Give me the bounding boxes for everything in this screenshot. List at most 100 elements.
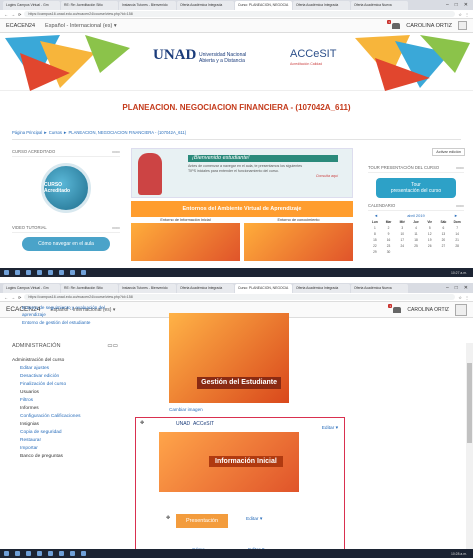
- calendar-day[interactable]: 16: [382, 238, 396, 242]
- maximize-icon[interactable]: □: [455, 1, 458, 10]
- minimize-icon[interactable]: –: [446, 1, 449, 10]
- calendar-day[interactable]: 29: [368, 250, 382, 254]
- close-icon[interactable]: ✕: [464, 284, 468, 293]
- browser-tab[interactable]: RE: Re: Acreditación Sitio: [61, 1, 118, 10]
- edit-menu[interactable]: Editar ▾: [246, 517, 262, 522]
- reload-icon[interactable]: ⟳: [18, 12, 21, 17]
- search-icon[interactable]: [15, 551, 20, 556]
- calendar-day[interactable]: 23: [382, 244, 396, 248]
- chrome-icon[interactable]: [59, 270, 64, 275]
- page-scrollbar[interactable]: [466, 343, 473, 558]
- notification-icon[interactable]: 1: [387, 19, 401, 29]
- calendar-day[interactable]: 18: [409, 238, 423, 242]
- move-icon[interactable]: ✥: [166, 516, 170, 521]
- word-icon[interactable]: [70, 551, 75, 556]
- explorer-icon[interactable]: [48, 270, 53, 275]
- explorer-icon[interactable]: [48, 551, 53, 556]
- back-icon[interactable]: ←: [4, 295, 8, 300]
- calendar-day[interactable]: 20: [437, 238, 451, 242]
- calendar-day[interactable]: 7: [450, 226, 464, 230]
- chrome-icon[interactable]: [59, 551, 64, 556]
- calendar-day[interactable]: 9: [382, 232, 396, 236]
- prev-month-icon[interactable]: ◄: [374, 213, 378, 218]
- presentacion-button[interactable]: Presentación: [176, 514, 228, 528]
- browser-tab[interactable]: Oferta Académica Integrada: [177, 284, 234, 293]
- calendar-day[interactable]: 21: [450, 238, 464, 242]
- admin-item-edit-settings[interactable]: Editar ajustes: [12, 365, 122, 373]
- calendar-day[interactable]: 24: [395, 244, 409, 248]
- move-icon[interactable]: ✥: [140, 421, 144, 426]
- star-icon[interactable]: ☆: [458, 12, 462, 17]
- calendar-day[interactable]: 3: [395, 226, 409, 230]
- search-icon[interactable]: [15, 270, 20, 275]
- calendar-day[interactable]: 27: [437, 244, 451, 248]
- windows-start-icon[interactable]: [4, 270, 9, 275]
- admin-item-disable-editing[interactable]: Desactivar edición: [12, 373, 122, 381]
- calendar-day[interactable]: 22: [368, 244, 382, 248]
- user-name[interactable]: CAROLINA ORTIZ: [407, 307, 449, 313]
- browser-tab-active[interactable]: Curso: PLANEACION, NEGOCIA: [235, 284, 292, 293]
- calendar-day[interactable]: 5: [423, 226, 437, 230]
- collapse-icon[interactable]: ▭▭: [456, 203, 464, 208]
- breadcrumb[interactable]: Página Principal ► Cursos ► PLANEACION, …: [0, 130, 473, 135]
- gestion-estudiante-image[interactable]: Gestión del Estudiante: [169, 313, 289, 403]
- edit-menu[interactable]: Editar ▾: [322, 426, 338, 431]
- admin-item-import[interactable]: Importar: [12, 445, 122, 453]
- browser-tab[interactable]: Instancia Tutores - Bienvenido: [119, 1, 176, 10]
- edge-icon[interactable]: [37, 551, 42, 556]
- admin-item-users[interactable]: Usuarios: [12, 389, 122, 397]
- browser-tab-active[interactable]: Curso: PLANEACION, NEGOCIA: [235, 1, 292, 10]
- notification-icon[interactable]: 1: [388, 303, 402, 313]
- back-icon[interactable]: ←: [4, 12, 8, 17]
- browser-tab[interactable]: Oferta Académica Nueva: [351, 1, 408, 10]
- excel-icon[interactable]: [81, 270, 86, 275]
- close-icon[interactable]: ✕: [464, 1, 468, 10]
- tree-item-gestion[interactable]: Entorno de gestión del estudiante: [12, 320, 122, 327]
- tree-item-seguimiento[interactable]: Entorno de seguimiento y evaluación del …: [12, 305, 122, 318]
- browser-tab[interactable]: Logins Campus Virtual - Gm: [3, 1, 60, 10]
- admin-item-restore[interactable]: Restaurar: [12, 437, 122, 445]
- admin-item-filters[interactable]: Filtros: [12, 397, 122, 405]
- calendar-day[interactable]: 26: [423, 244, 437, 248]
- minimize-icon[interactable]: –: [446, 284, 449, 293]
- env-knowledge[interactable]: Entorno de conocimiento: [244, 218, 353, 261]
- language-menu[interactable]: Español - Internacional (es) ▾: [45, 23, 117, 29]
- windows-start-icon[interactable]: [4, 551, 9, 556]
- browser-tab[interactable]: Oferta Académica Integrada: [293, 284, 350, 293]
- admin-item-question-bank[interactable]: Banco de preguntas: [12, 453, 122, 461]
- reload-icon[interactable]: ⟳: [18, 295, 21, 300]
- tour-button[interactable]: Tour presentación del curso: [376, 178, 456, 198]
- word-icon[interactable]: [70, 270, 75, 275]
- calendar-day[interactable]: 13: [437, 232, 451, 236]
- env-initial-info[interactable]: Entorno de Información Inicial: [131, 218, 240, 261]
- menu-icon[interactable]: ⋮: [465, 12, 469, 17]
- calendar-day[interactable]: 25: [409, 244, 423, 248]
- avatar[interactable]: [455, 303, 467, 316]
- admin-item-badges[interactable]: Insignias: [12, 421, 122, 429]
- url-field[interactable]: https://campus16.unad.edu.co/ecacen24/co…: [24, 294, 456, 300]
- collapse-icon[interactable]: ▭▭: [456, 165, 464, 170]
- browser-tab[interactable]: Oferta Académica Nueva: [351, 284, 408, 293]
- calendar-day[interactable]: 14: [450, 232, 464, 236]
- admin-item-gradebook[interactable]: Configuración Calificaciones: [12, 413, 122, 421]
- scrollbar-thumb[interactable]: [467, 363, 472, 443]
- admin-item-course[interactable]: Administración del curso: [12, 357, 122, 365]
- taskview-icon[interactable]: [26, 270, 31, 275]
- calendar-day[interactable]: 8: [368, 232, 382, 236]
- forward-icon[interactable]: →: [11, 12, 15, 17]
- star-icon[interactable]: ☆: [458, 295, 462, 300]
- browser-tab[interactable]: RE: Re: Acreditación Sitio: [61, 284, 118, 293]
- avatar[interactable]: [458, 21, 467, 30]
- forward-icon[interactable]: →: [11, 295, 15, 300]
- calendar-day[interactable]: 6: [437, 226, 451, 230]
- site-brand[interactable]: ECACEN24: [6, 23, 35, 29]
- browser-tab[interactable]: Oferta Académica Integrada: [177, 1, 234, 10]
- calendar-day[interactable]: 28: [450, 244, 464, 248]
- calendar-day[interactable]: 4: [409, 226, 423, 230]
- change-image-link[interactable]: Cambiar imagen: [169, 407, 345, 412]
- collapse-icon[interactable]: ▭▭: [107, 343, 118, 349]
- menu-icon[interactable]: ⋮: [465, 295, 469, 300]
- edit-mode-button[interactable]: Activar edición: [432, 148, 465, 156]
- calendar-day[interactable]: 30: [382, 250, 396, 254]
- browser-tab[interactable]: Oferta Académica Integrada: [293, 1, 350, 10]
